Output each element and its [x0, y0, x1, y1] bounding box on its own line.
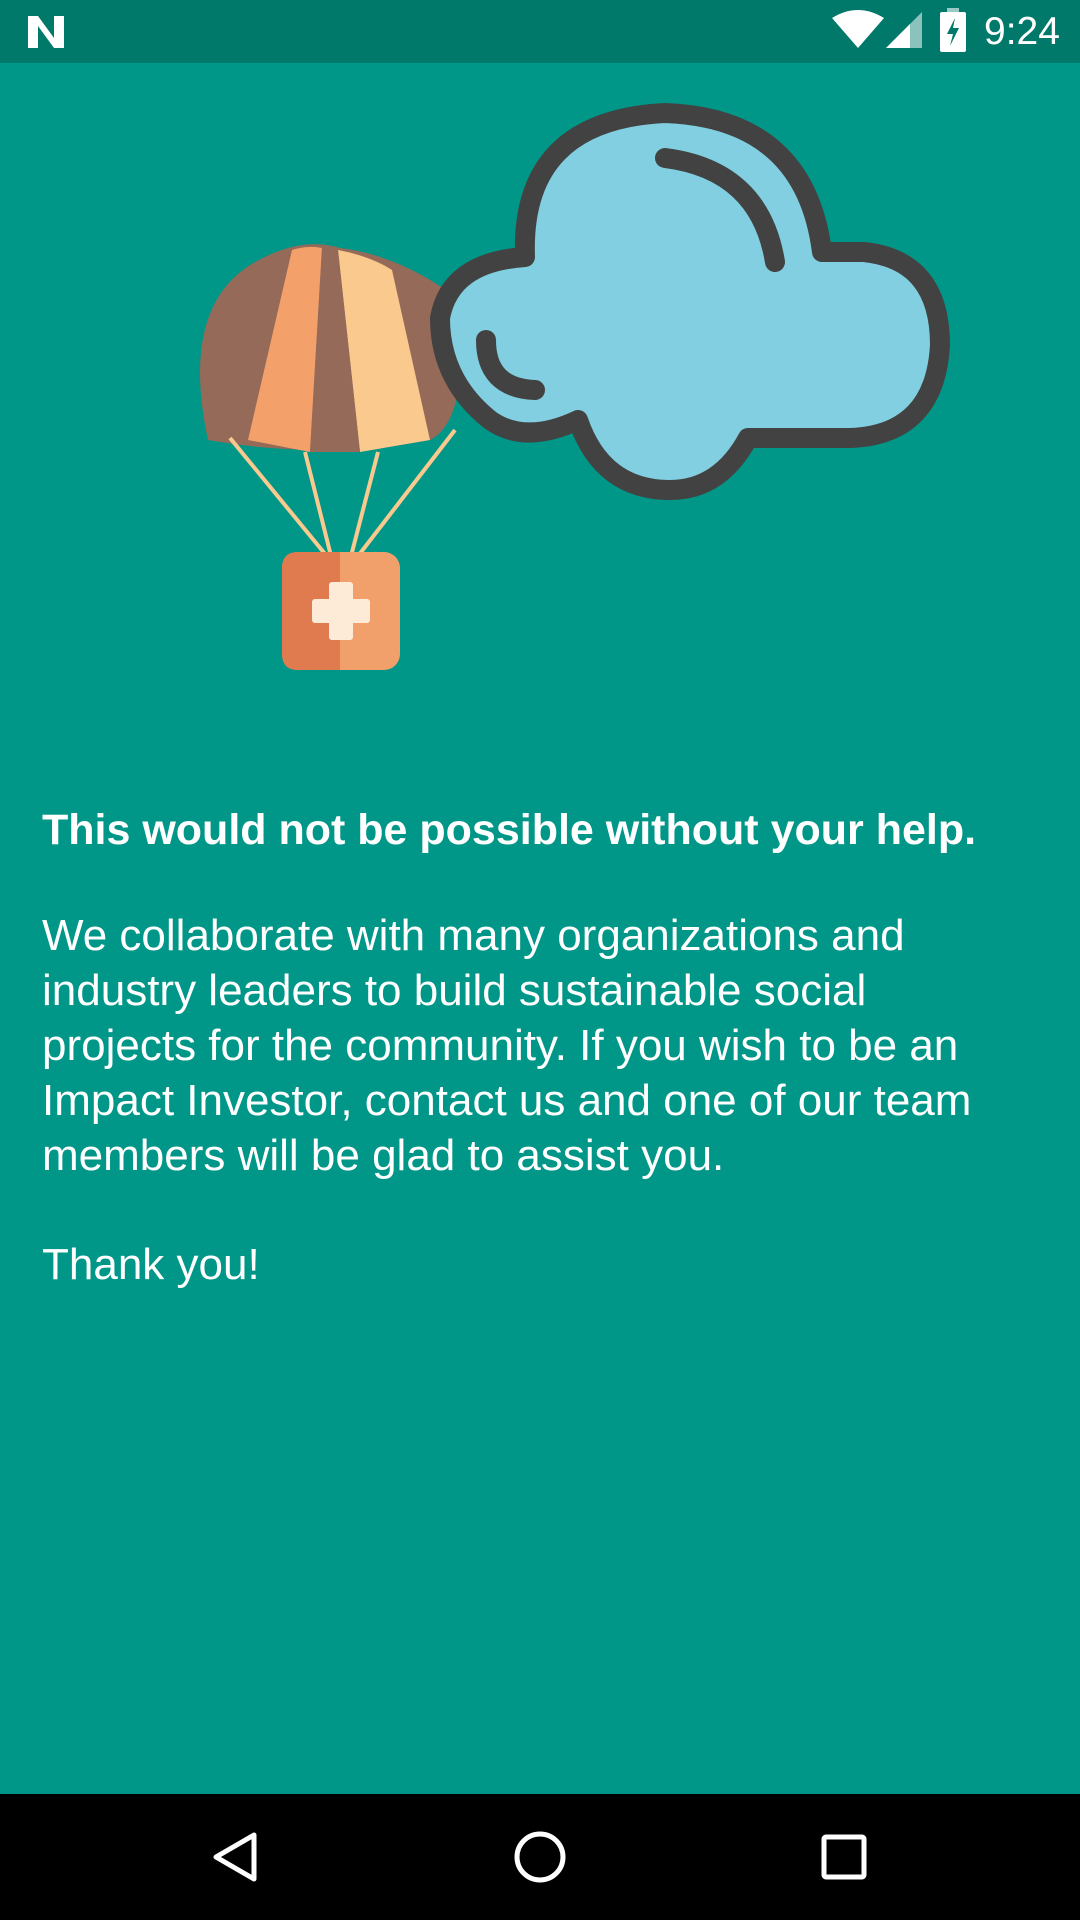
first-aid-box-icon [282, 552, 400, 670]
cell-signal-icon [886, 12, 922, 48]
navigation-bar [0, 1794, 1080, 1920]
home-button[interactable] [460, 1794, 620, 1920]
status-bar: 9:24 [0, 0, 1080, 63]
body-text: We collaborate with many organizations a… [42, 911, 972, 1180]
wifi-icon [832, 10, 884, 48]
home-icon [514, 1831, 566, 1883]
recents-button[interactable] [764, 1794, 924, 1920]
content: This would not be possible without your … [42, 800, 1042, 1292]
back-icon [213, 1832, 257, 1882]
battery-charging-icon [940, 8, 966, 52]
back-button[interactable] [156, 1794, 316, 1920]
recents-icon [821, 1834, 867, 1880]
parachute-icon [200, 244, 462, 562]
closing-text: Thank you! [42, 1240, 260, 1289]
cloud-icon [430, 103, 950, 500]
headline: This would not be possible without your … [42, 806, 977, 854]
android-n-icon [28, 16, 64, 48]
illustration [200, 103, 950, 670]
status-time: 9:24 [984, 10, 1060, 53]
